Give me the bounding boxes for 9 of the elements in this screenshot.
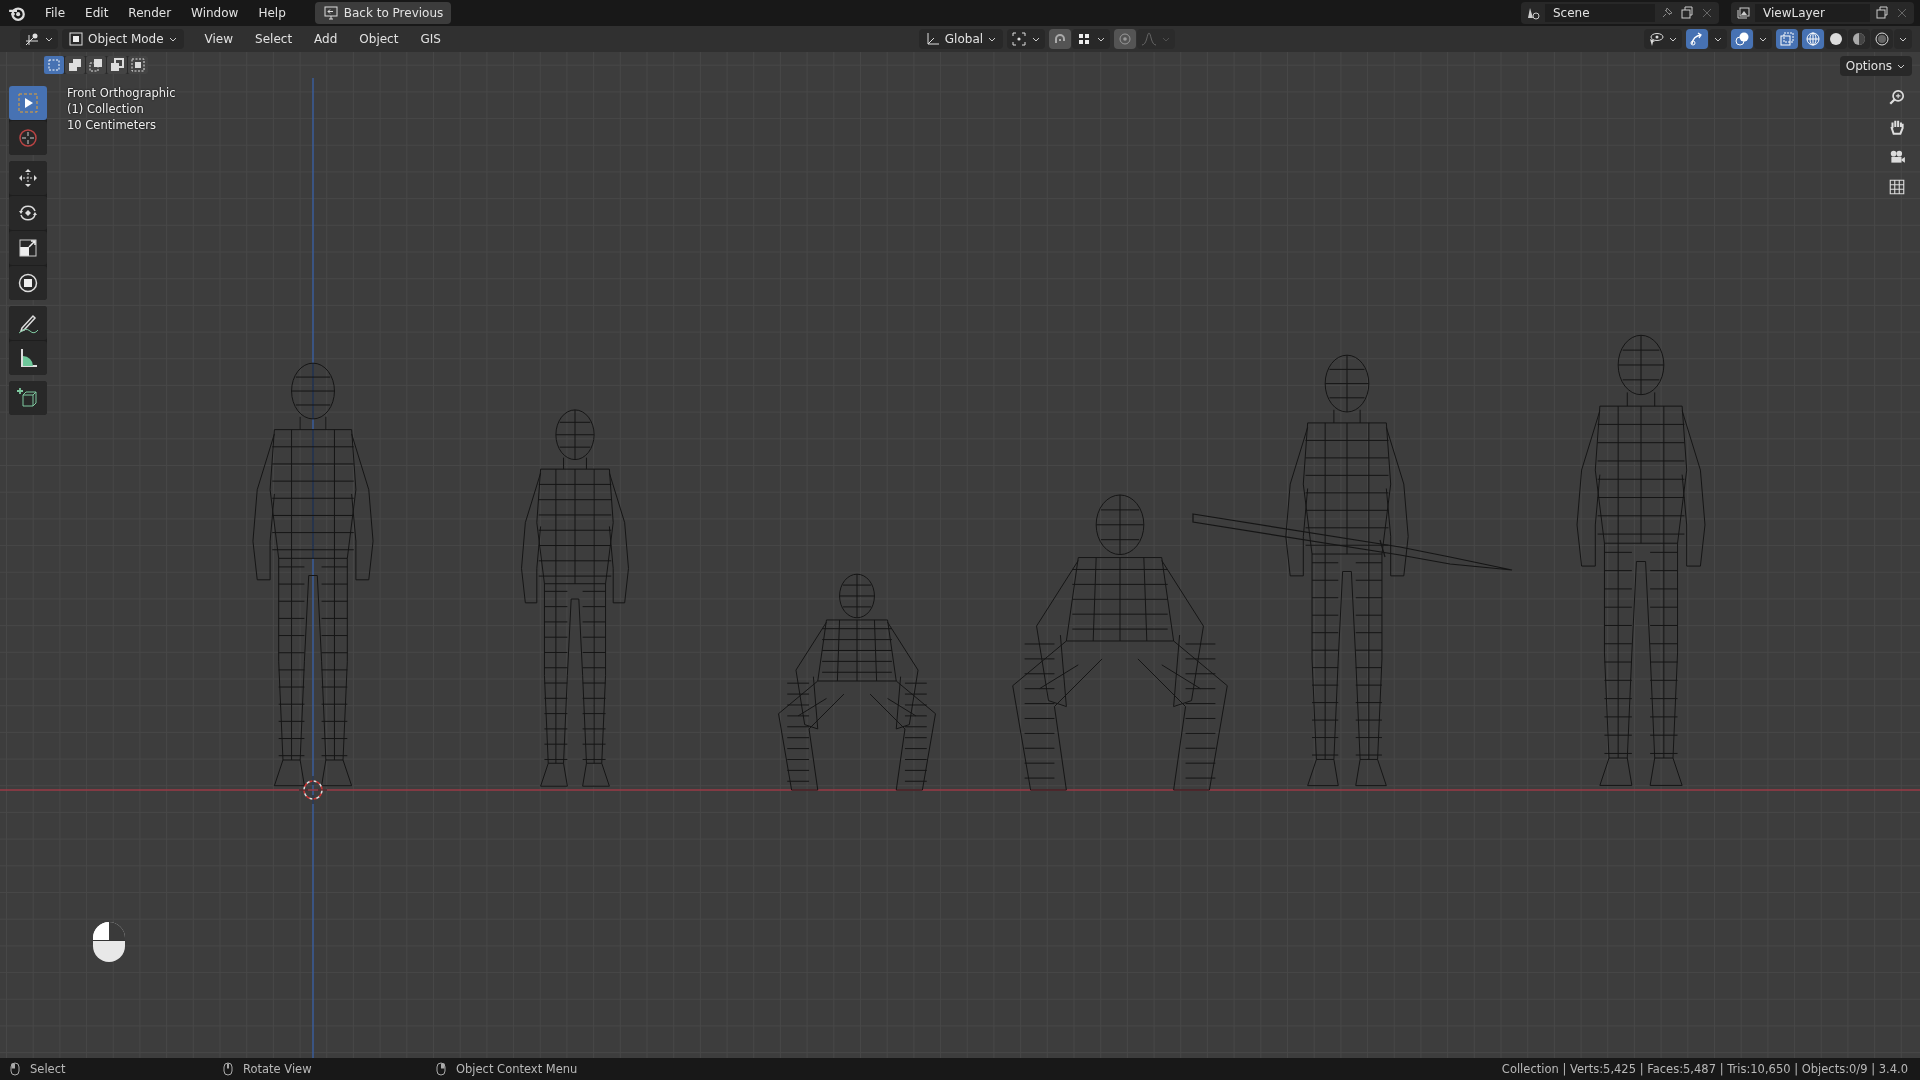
viewport-info-text: Front Orthographic [67, 86, 176, 100]
view-layer-name: ViewLayer [1755, 4, 1870, 22]
scene-statistics-text: Collection | Verts:5,425 | Faces:5,487 | Tris:10,650 | Objects:0/9 | 3.4.0 [1501, 1062, 1908, 1076]
status-hint-text: Object Context Menu [456, 1062, 578, 1076]
viewport-info-text: (1) Collection [67, 102, 145, 116]
scene-name: Scene [1545, 4, 1655, 22]
status-hint-text: Rotate View [243, 1062, 312, 1076]
status-hint-text: Select [30, 1062, 66, 1076]
viewport-info-text: 10 Centimeters [67, 118, 157, 132]
